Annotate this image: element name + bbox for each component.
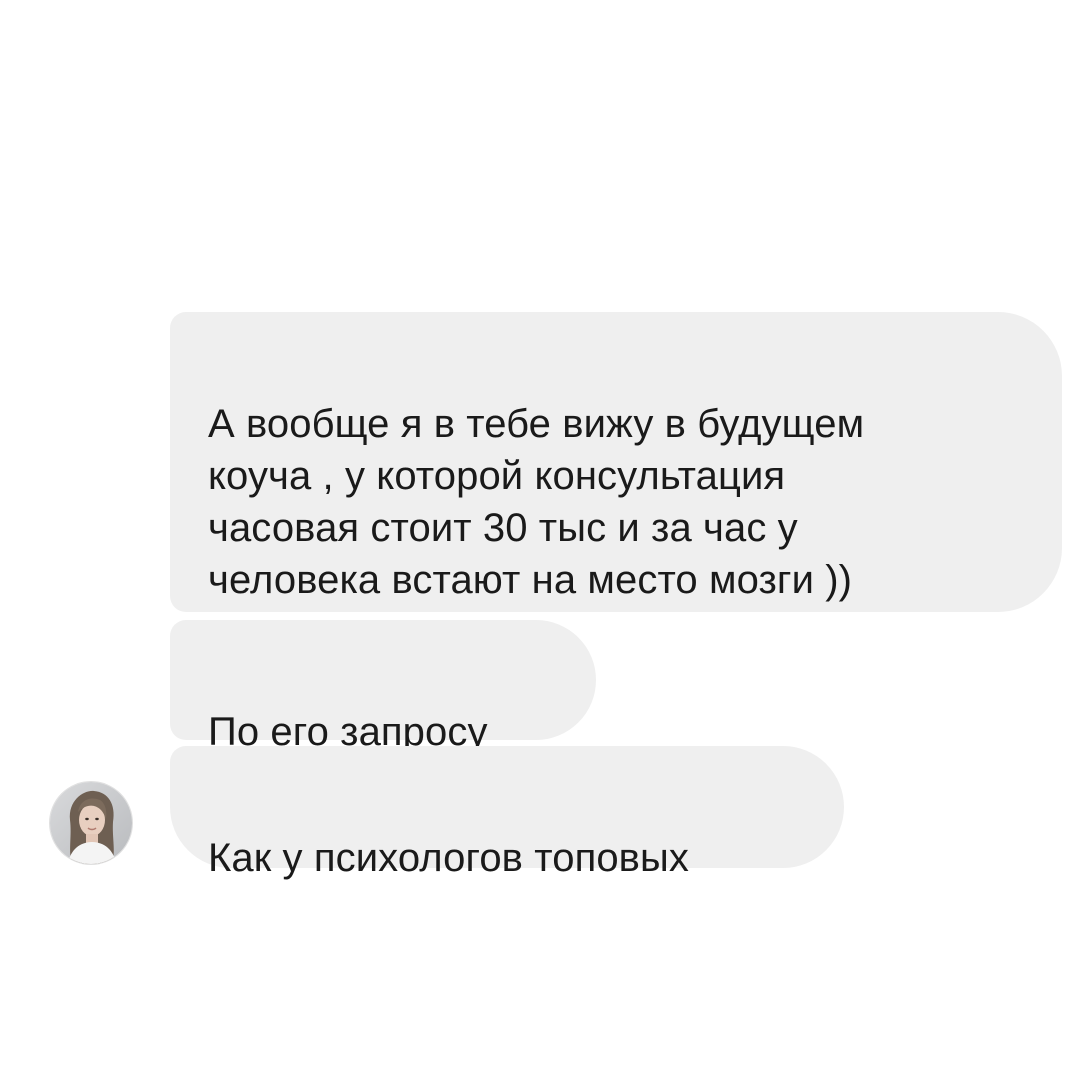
message-text: Как у психологов топовых (208, 836, 689, 880)
message-thread: А вообще я в тебе вижу в будущем коуча ,… (0, 0, 1080, 1080)
message-bubble[interactable]: А вообще я в тебе вижу в будущем коуча ,… (170, 312, 1062, 612)
user-avatar-photo-icon (50, 782, 132, 864)
message-text: А вообще я в тебе вижу в будущем коуча ,… (208, 402, 865, 602)
avatar[interactable] (50, 782, 132, 864)
message-bubble[interactable]: По его запросу (170, 620, 596, 754)
message-bubble[interactable]: Как у психологов топовых (170, 746, 844, 880)
